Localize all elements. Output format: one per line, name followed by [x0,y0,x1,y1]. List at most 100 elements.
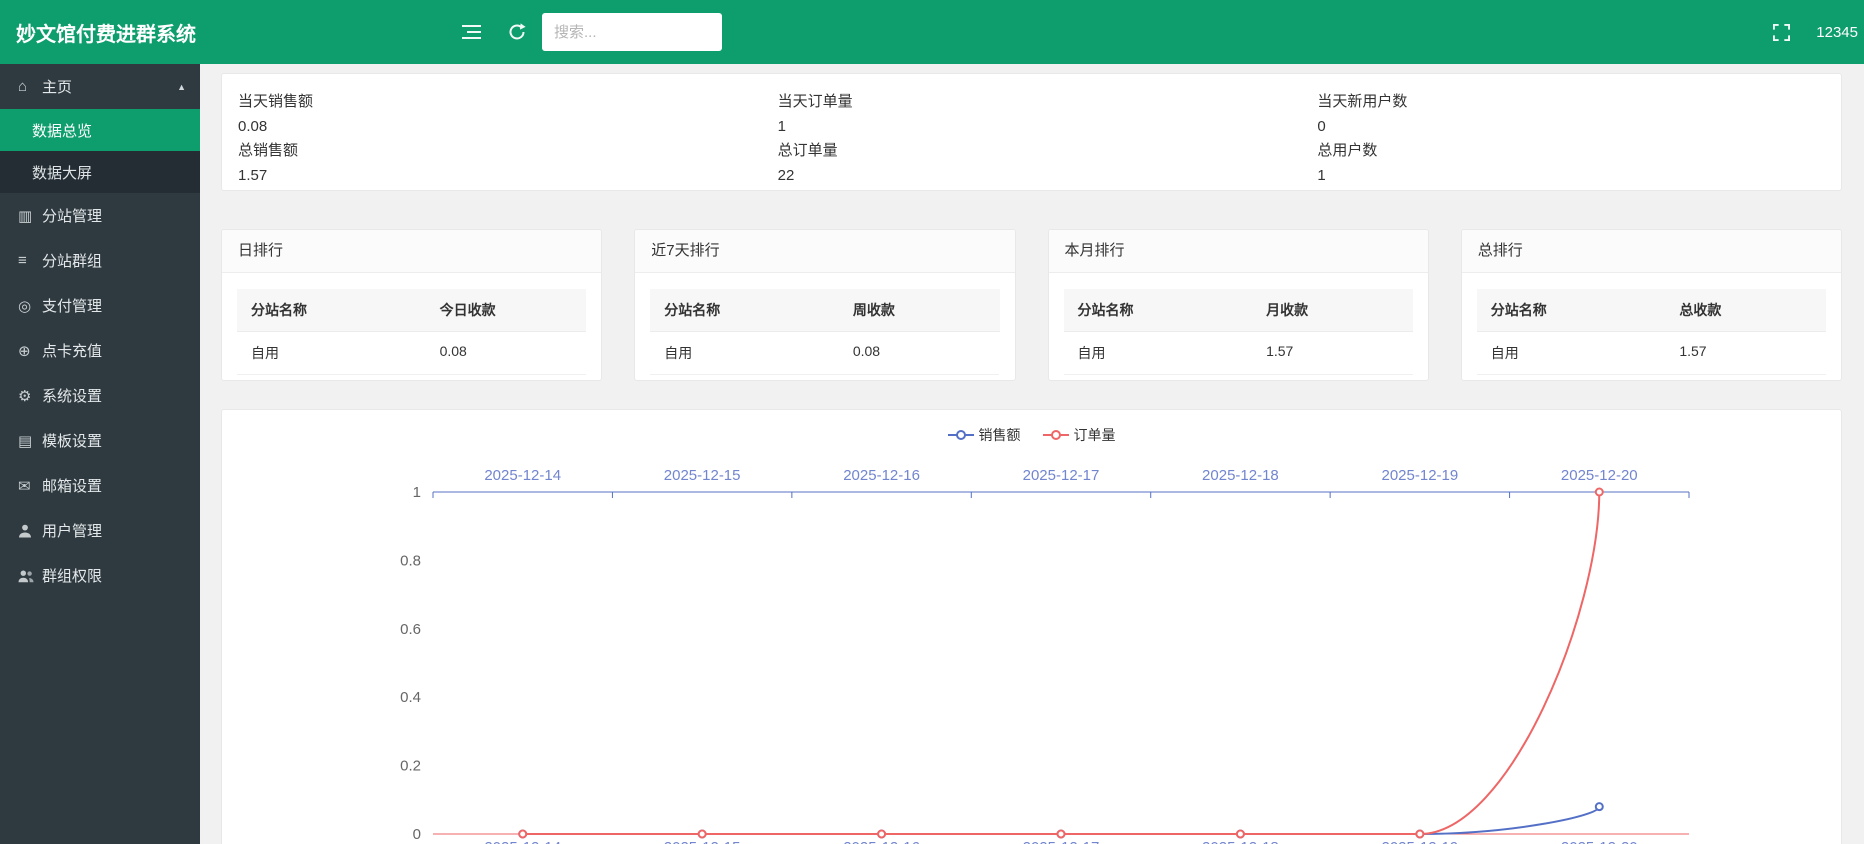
stat-today-new-users: 当天新用户数 0 [1301,86,1841,135]
sidebar-item-payment[interactable]: ◎ 支付管理 [0,283,200,328]
sidebar-item-label: 数据总览 [32,120,92,141]
line-chart[interactable]: 2025-12-14 2025-12-15 2025-12-16 2025-12-17… [222,460,1842,844]
legend-label: 销售额 [979,425,1021,445]
svg-text:0.6: 0.6 [400,621,421,638]
col-amount: 月收款 [1252,289,1413,331]
legend-line-marker [948,429,974,441]
sidebar-item-home[interactable]: ⌂ 主页 ▲ [0,64,200,109]
sidebar-item-system-settings[interactable]: ⚙ 系统设置 [0,373,200,418]
legend-item-sales[interactable]: 销售额 [948,425,1021,445]
legend-line-marker [1043,429,1069,441]
sidebar-item-user-management[interactable]: 用户管理 [0,508,200,553]
sidebar-collapse-icon[interactable] [462,24,482,40]
sidebar-item-label: 模板设置 [42,430,102,451]
svg-text:2025-12-19: 2025-12-19 [1381,839,1458,844]
ranking-card-total: 总排行 分站名称 总收款 自用 1.57 [1461,229,1842,381]
refresh-icon[interactable] [508,23,526,41]
sidebar-item-label: 用户管理 [42,520,102,541]
sidebar-item-label: 分站管理 [42,205,102,226]
ranking-table-header: 分站名称 总收款 [1477,289,1826,332]
sidebar-item-site-management[interactable]: ▥ 分站管理 [0,193,200,238]
recharge-icon: ⊕ [18,342,42,360]
cell-site-name: 自用 [1477,332,1666,375]
table-row: 自用 1.57 [1477,332,1826,375]
col-site-name: 分站名称 [1477,289,1666,331]
people-icon [18,569,34,583]
sidebar-item-site-groups[interactable]: ≡ 分站群组 [0,238,200,283]
sidebar-item-label: 点卡充值 [42,340,102,361]
cell-amount: 0.08 [426,332,587,375]
cell-site-name: 自用 [1064,332,1253,375]
col-amount: 总收款 [1665,289,1826,331]
sidebar-item-card-recharge[interactable]: ⊕ 点卡充值 [0,328,200,373]
svg-text:2025-12-16: 2025-12-16 [843,839,920,844]
cell-amount: 0.08 [839,332,1000,375]
sidebar-item-label: 系统设置 [42,385,102,406]
sidebar-item-group-permissions[interactable]: 群组权限 [0,553,200,598]
current-user[interactable]: 12345 [1816,24,1858,41]
sidebar-item-label: 分站群组 [42,250,102,271]
sales-orders-chart-card: 销售额 订单量 2025-12-142025-12-152025-12-1620… [221,409,1842,844]
sidebar-item-data-screen[interactable]: 数据大屏 [0,151,200,193]
stat-value: 0 [1317,118,1841,135]
search-input[interactable] [542,13,722,51]
ranking-card-7days: 近7天排行 分站名称 周收款 自用 0.08 [634,229,1015,381]
svg-text:0.2: 0.2 [400,758,421,775]
template-icon: ▤ [18,432,42,450]
top-bar-right: 12345 [1773,24,1864,41]
svg-text:2025-12-15: 2025-12-15 [664,839,741,844]
svg-text:2025-12-20: 2025-12-20 [1561,467,1638,484]
stat-total-sales: 总销售额 1.57 [222,135,762,184]
stat-today-sales: 当天销售额 0.08 [222,86,762,135]
sidebar-item-label: 群组权限 [42,565,102,586]
sidebar-item-mail-settings[interactable]: ✉ 邮箱设置 [0,463,200,508]
stat-value: 1.57 [238,167,762,184]
svg-text:2025-12-17: 2025-12-17 [1023,467,1100,484]
sidebar: ⌂ 主页 ▲ 数据总览 数据大屏 ▥ 分站管理 ≡ 分站群组 ◎ 支付管理 ⊕ … [0,64,200,844]
stat-total-orders: 总订单量 22 [762,135,1302,184]
stat-label: 当天新用户数 [1317,90,1841,111]
ranking-table: 分站名称 总收款 自用 1.57 [1477,289,1826,375]
menu-lines-icon [462,24,482,40]
ranking-title: 总排行 [1462,230,1841,273]
stat-label: 总订单量 [778,139,1302,160]
table-row: 自用 0.08 [237,332,586,375]
ranking-table: 分站名称 周收款 自用 0.08 [650,289,999,375]
svg-text:1: 1 [413,484,421,501]
col-site-name: 分站名称 [650,289,839,331]
home-submenu: 数据总览 数据大屏 [0,109,200,193]
users-group-icon [18,569,42,583]
svg-text:2025-12-18: 2025-12-18 [1202,467,1279,484]
stat-label: 当天销售额 [238,90,762,111]
main-content: 当天销售额 0.08 当天订单量 1 当天新用户数 0 总销售额 1.57 总订… [200,64,1864,844]
chevron-up-icon: ▲ [177,82,186,92]
ranking-table: 分站名称 今日收款 自用 0.08 [237,289,586,375]
stat-label: 总用户数 [1317,139,1841,160]
svg-text:2025-12-18: 2025-12-18 [1202,839,1279,844]
table-row: 自用 0.08 [650,332,999,375]
fullscreen-icon[interactable] [1773,24,1790,41]
svg-text:0: 0 [413,826,421,843]
legend-item-orders[interactable]: 订单量 [1043,425,1116,445]
col-site-name: 分站名称 [1064,289,1253,331]
person-icon [18,524,32,538]
sidebar-item-label: 数据大屏 [32,162,92,183]
cell-amount: 1.57 [1665,332,1826,375]
app-title: 妙文馆付费进群系统 [0,18,212,47]
svg-text:2025-12-15: 2025-12-15 [664,467,741,484]
ranking-table-header: 分站名称 周收款 [650,289,999,332]
stat-label: 总销售额 [238,139,762,160]
cell-site-name: 自用 [237,332,426,375]
ranking-title: 本月排行 [1049,230,1428,273]
sidebar-item-data-overview[interactable]: 数据总览 [0,109,200,151]
svg-text:2025-12-14: 2025-12-14 [484,839,561,844]
col-amount: 周收款 [839,289,1000,331]
stat-value: 22 [778,167,1302,184]
site-groups-icon: ≡ [18,252,42,269]
stats-panel: 当天销售额 0.08 当天订单量 1 当天新用户数 0 总销售额 1.57 总订… [221,73,1842,191]
table-row: 自用 1.57 [1064,332,1413,375]
expand-corners-icon [1773,24,1790,41]
mail-icon: ✉ [18,477,42,495]
svg-text:2025-12-20: 2025-12-20 [1561,839,1638,844]
sidebar-item-template-settings[interactable]: ▤ 模板设置 [0,418,200,463]
